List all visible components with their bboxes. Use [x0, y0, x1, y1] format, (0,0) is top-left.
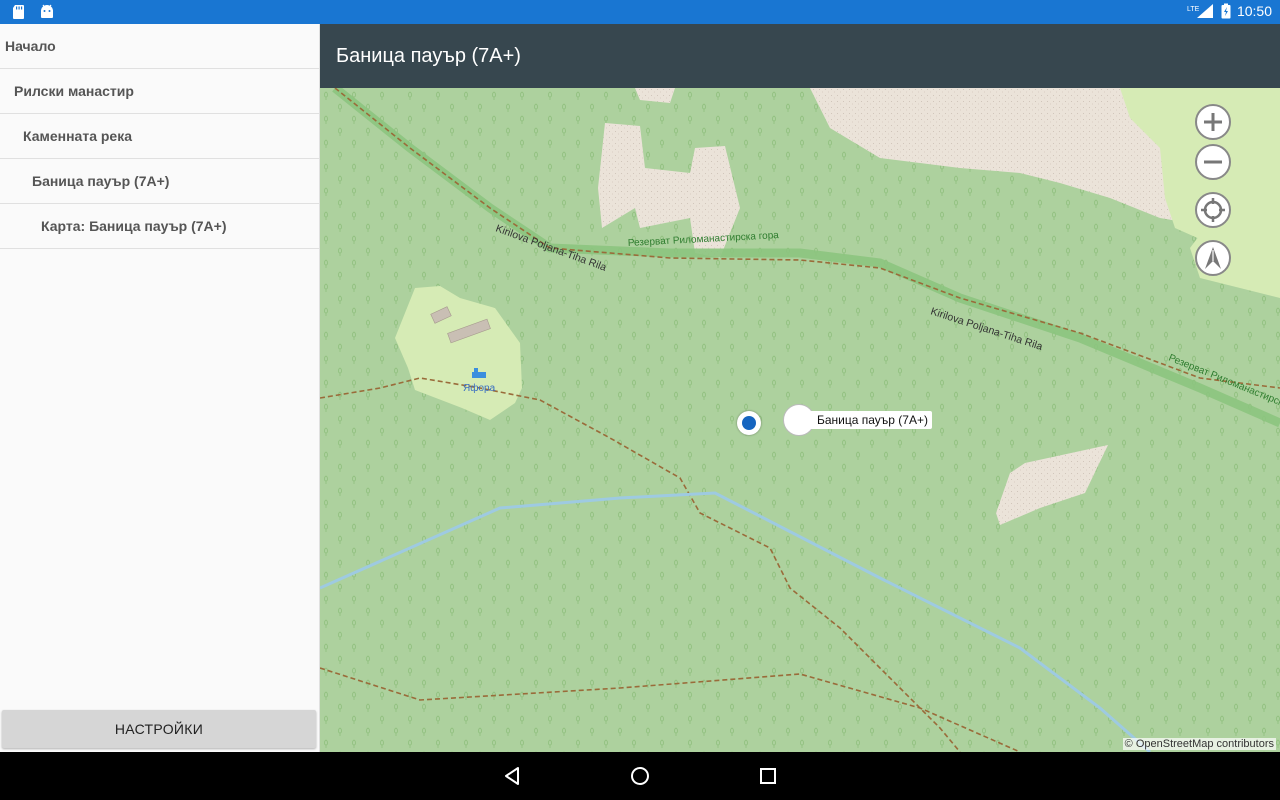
poi-label: Яфора: [463, 382, 496, 394]
drawer-item-label: Карта: Баница пауър (7A+): [41, 218, 227, 234]
map-view[interactable]: Kirilova Poljana-Tiha Rila Kirilova Polj…: [320, 88, 1280, 752]
drawer-item-route[interactable]: Баница пауър (7A+): [0, 159, 319, 204]
home-icon[interactable]: [628, 764, 652, 788]
drawer-item-label: Начало: [5, 38, 56, 54]
my-location-icon: [1201, 198, 1225, 222]
system-navigation-bar: [0, 752, 1280, 800]
map-attribution[interactable]: © OpenStreetMap contributors: [1122, 738, 1276, 750]
my-location-button[interactable]: [1195, 192, 1231, 228]
svg-text:LTE: LTE: [1187, 6, 1200, 13]
zoom-out-button[interactable]: [1195, 144, 1231, 180]
route-marker[interactable]: Баница пауър (7A+): [783, 404, 932, 436]
battery-charging-icon: [1221, 3, 1231, 19]
zoom-out-icon: [1204, 160, 1222, 164]
android-debug-icon: [41, 4, 53, 18]
drawer-item-label: Баница пауър (7A+): [32, 173, 170, 189]
navigation-drawer: Начало Рилски манастир Каменната река Ба…: [0, 24, 320, 752]
drawer-item-label: Рилски манастир: [14, 83, 134, 99]
compass-icon: [1205, 247, 1221, 269]
drawer-item-home[interactable]: Начало: [0, 24, 319, 69]
recents-icon[interactable]: [756, 764, 780, 788]
drawer-item-label: Каменната река: [23, 128, 133, 144]
status-time: 10:50: [1236, 3, 1272, 19]
current-location-marker[interactable]: [737, 411, 761, 435]
zoom-in-button[interactable]: [1195, 104, 1231, 140]
zoom-in-icon: [1204, 113, 1222, 131]
lte-signal-icon: LTE: [1187, 4, 1213, 18]
marker-label: Баница пауър (7A+): [797, 411, 932, 429]
compass-button[interactable]: [1195, 240, 1231, 276]
app-bar: Баница пауър (7A+): [320, 24, 1280, 88]
back-icon[interactable]: [500, 764, 524, 788]
drawer-item-route-map[interactable]: Карта: Баница пауър (7A+): [0, 204, 319, 249]
settings-button[interactable]: НАСТРОЙКИ: [2, 710, 316, 748]
status-bar: LTE 10:50: [0, 0, 1280, 24]
page-title: Баница пауър (7A+): [336, 45, 521, 67]
sd-card-icon: [13, 5, 24, 19]
drawer-item-stone-river[interactable]: Каменната река: [0, 114, 319, 159]
drawer-item-rila-monastery[interactable]: Рилски манастир: [0, 69, 319, 114]
